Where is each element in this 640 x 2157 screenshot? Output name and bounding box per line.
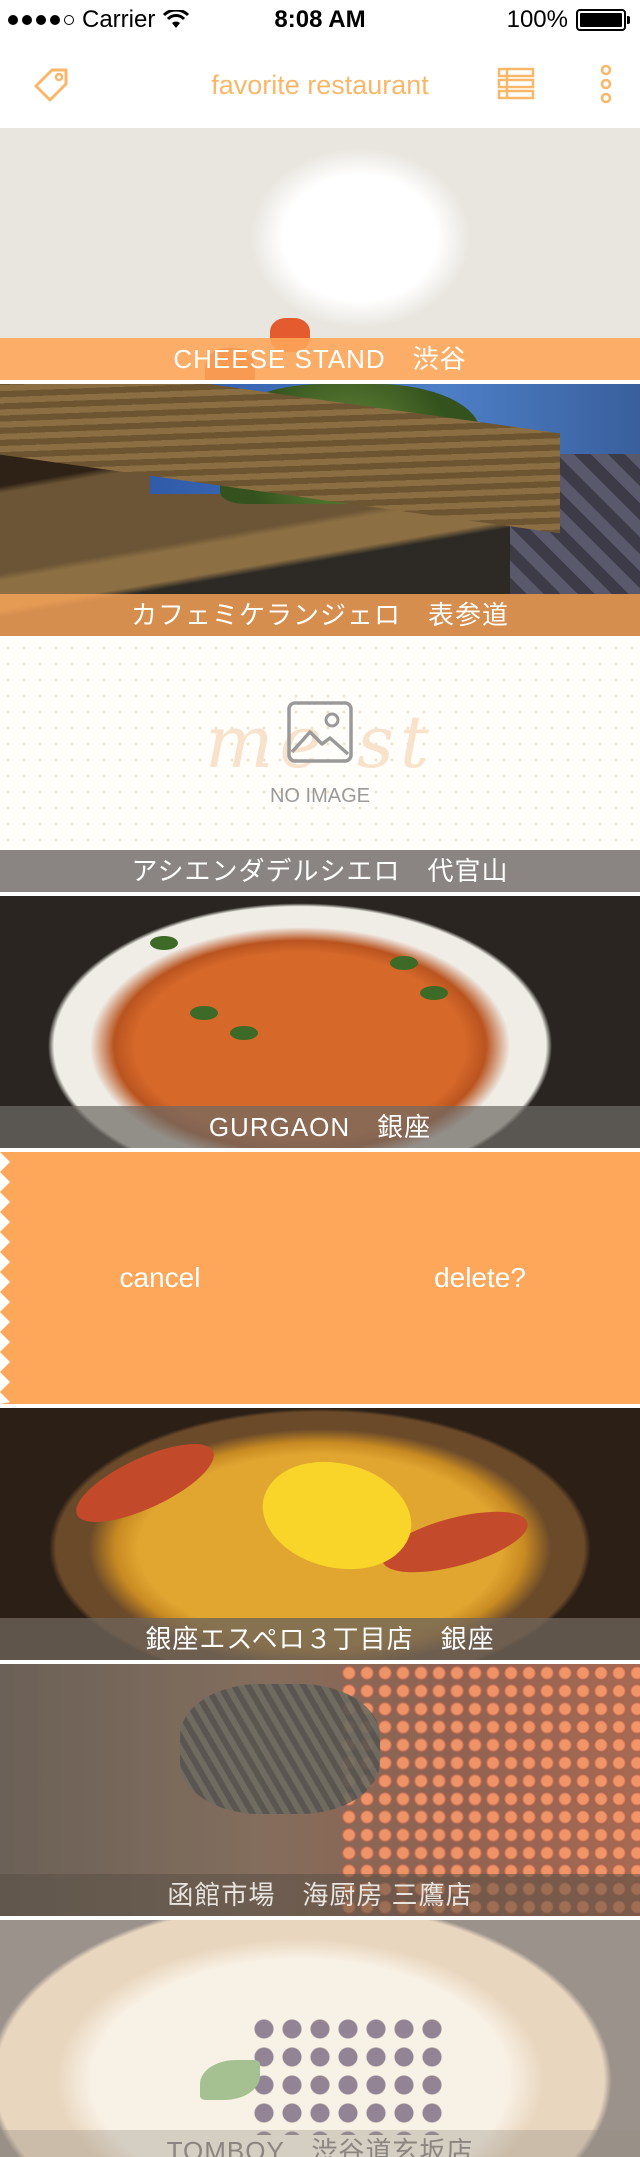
restaurant-label: GURGAON 銀座 bbox=[0, 1106, 640, 1148]
list-item[interactable]: me st NO IMAGE アシエンダデルシエロ 代官山 bbox=[0, 640, 640, 892]
list-item[interactable]: カフェミケランジェロ 表参道 bbox=[0, 384, 640, 636]
list-item[interactable]: 銀座エスペロ３丁目店 銀座 bbox=[0, 1408, 640, 1660]
list-item[interactable]: TOMBOY 渋谷道玄坂店 bbox=[0, 1920, 640, 2157]
battery-percent: 100% bbox=[506, 6, 568, 33]
restaurant-label: 函館市場 海厨房 三鷹店 bbox=[0, 1874, 640, 1916]
list-item[interactable]: GURGAON 銀座 bbox=[0, 896, 640, 1148]
battery-icon bbox=[576, 9, 630, 31]
restaurant-label: TOMBOY 渋谷道玄坂店 bbox=[0, 2130, 640, 2157]
zigzag-edge bbox=[0, 1152, 10, 1404]
restaurant-label: カフェミケランジェロ 表参道 bbox=[0, 594, 640, 636]
delete-button[interactable]: delete? bbox=[380, 1152, 580, 1404]
restaurant-label: CHEESE STAND 渋谷 bbox=[0, 338, 640, 380]
list-item[interactable]: 函館市場 海厨房 三鷹店 bbox=[0, 1664, 640, 1916]
more-vertical-icon[interactable] bbox=[598, 64, 614, 104]
list-icon[interactable] bbox=[496, 64, 536, 104]
page-title: favorite restaurant bbox=[211, 70, 429, 100]
app-screen: Carrier 8:08 AM 100% favorite restaurant bbox=[0, 0, 640, 2157]
restaurant-label: 銀座エスペロ３丁目店 銀座 bbox=[0, 1618, 640, 1660]
restaurant-photo bbox=[0, 1920, 640, 2157]
status-right: 100% bbox=[506, 6, 630, 34]
list-item[interactable]: CHEESE STAND 渋谷 bbox=[0, 128, 640, 380]
cancel-button[interactable]: cancel bbox=[60, 1152, 260, 1404]
image-placeholder-icon bbox=[287, 701, 353, 763]
nav-bar: favorite restaurant bbox=[0, 40, 640, 128]
status-bar: Carrier 8:08 AM 100% bbox=[0, 0, 640, 40]
no-image-text: NO IMAGE bbox=[269, 785, 370, 807]
swipe-actions: cancel delete? bbox=[0, 1152, 640, 1404]
restaurant-label: アシエンダデルシエロ 代官山 bbox=[0, 850, 640, 892]
